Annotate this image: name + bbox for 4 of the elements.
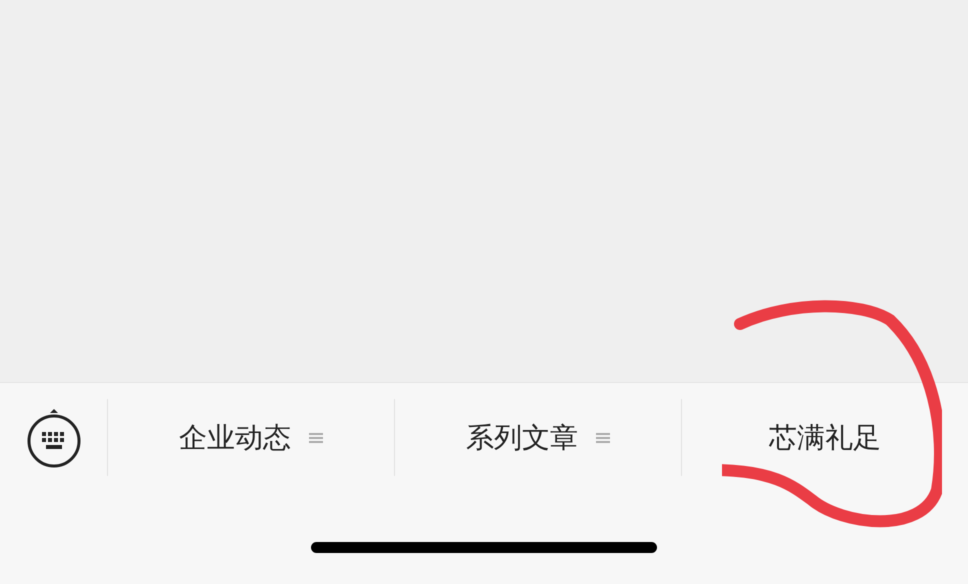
menu-item[interactable]: 芯满礼足 [769,416,881,458]
menu-item[interactable]: 系列文章 [466,416,578,458]
menu-item[interactable]: 企业动态 [179,416,291,458]
keyboard-icon[interactable] [26,408,82,468]
